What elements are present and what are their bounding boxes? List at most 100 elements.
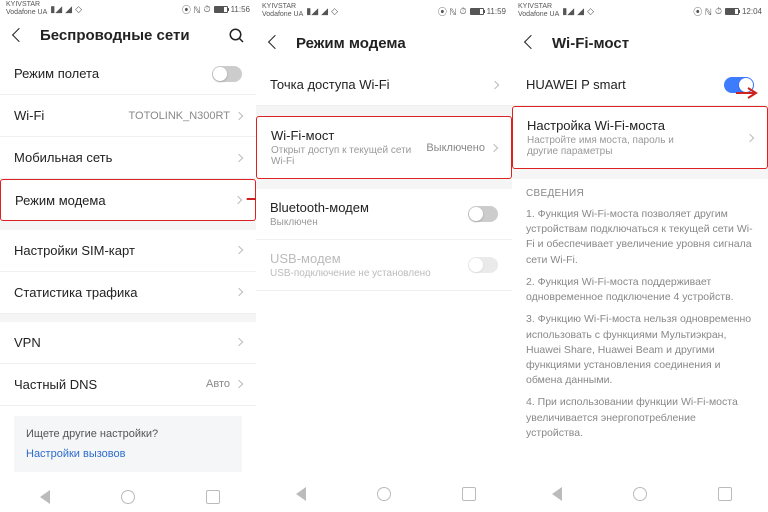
nav-bar — [0, 482, 256, 512]
info-question: Ищете другие настройки? — [26, 428, 230, 440]
details-text: 1. Функция Wi-Fi-моста позволяет другим … — [512, 203, 768, 452]
label: USB-модем — [270, 251, 431, 266]
battery-icon — [214, 6, 228, 13]
nav-recent-icon[interactable] — [718, 487, 732, 501]
row-bridge-config[interactable]: Настройка Wi-Fi-моста Настройте имя мост… — [512, 106, 768, 169]
chevron-right-icon — [234, 196, 242, 204]
signal-icon: ▮◢ — [50, 4, 62, 15]
battery-icon — [725, 8, 739, 15]
value: Авто — [206, 378, 230, 390]
label: Wi-Fi-мост — [271, 128, 426, 143]
wifi-icon: ◇ — [75, 4, 82, 15]
wifi-icon: ◇ — [587, 6, 594, 17]
label: Настройки SIM-карт — [14, 243, 135, 258]
sublabel: Настройте имя моста, пароль и другие пар… — [527, 135, 707, 157]
status-bar: KYIVSTARVodafone UA ▮◢ ◢ ◇ ⦿ ℕ ⏱ 11:56 — [0, 0, 256, 18]
nav-bar — [256, 476, 512, 512]
page-title: Режим модема — [296, 35, 502, 52]
row-airplane[interactable]: Режим полета — [0, 53, 256, 95]
back-icon[interactable] — [266, 35, 282, 51]
row-wifi-bridge[interactable]: Wi-Fi-мост Открыт доступ к текущей сети … — [256, 116, 512, 179]
nfc-icon: ⦿ ℕ — [438, 5, 457, 18]
back-icon[interactable] — [10, 28, 26, 44]
alarm-icon: ⏱ — [715, 6, 722, 17]
info-link[interactable]: Настройки вызовов — [26, 448, 230, 460]
chevron-right-icon — [235, 338, 243, 346]
label: Частный DNS — [14, 377, 97, 392]
nav-home-icon[interactable] — [121, 490, 135, 504]
chevron-right-icon — [235, 288, 243, 296]
nfc-icon: ⦿ ℕ — [693, 5, 712, 18]
sublabel: Открыт доступ к текущей сети Wi-Fi — [271, 145, 426, 167]
time: 11:56 — [231, 5, 250, 14]
annotation-arrow-icon — [736, 86, 762, 100]
sublabel: USB-подключение не установлено — [270, 268, 431, 279]
label: Режим полета — [14, 66, 99, 81]
nfc-icon: ⦿ ℕ — [182, 3, 201, 16]
label: Точка доступа Wi-Fi — [270, 77, 390, 92]
nav-back-icon[interactable] — [292, 487, 306, 501]
label: Статистика трафика — [14, 285, 137, 300]
page-title: Беспроводные сети — [40, 27, 214, 44]
row-tethering[interactable]: Режим модема — [0, 179, 256, 221]
row-bt-tether[interactable]: Bluetooth-модем Выключен — [256, 189, 512, 240]
row-traffic[interactable]: Статистика трафика — [0, 272, 256, 314]
toggle-bt[interactable] — [468, 206, 498, 222]
value: TOTOLINK_N300RT — [129, 110, 231, 122]
carrier-top: KYIVSTAR — [6, 1, 40, 8]
alarm-icon: ⏱ — [460, 6, 467, 17]
signal-icon: ▮◢ — [306, 6, 318, 17]
chevron-right-icon — [235, 112, 243, 120]
chevron-right-icon — [490, 143, 498, 151]
status-bar: KYIVSTARVodafone UA ▮◢ ◢ ◇ ⦿ ℕ ⏱ 11:59 — [256, 0, 512, 22]
signal-icon: ◢ — [65, 4, 72, 15]
signal-icon: ◢ — [321, 6, 328, 17]
signal-icon: ◢ — [577, 6, 584, 17]
carrier-bottom: Vodafone UA — [6, 9, 47, 16]
alarm-icon: ⏱ — [204, 4, 211, 15]
phone-screen-1: KYIVSTARVodafone UA ▮◢ ◢ ◇ ⦿ ℕ ⏱ 11:56 Б… — [0, 0, 256, 512]
row-hotspot[interactable]: Точка доступа Wi-Fi — [256, 64, 512, 106]
wifi-icon: ◇ — [331, 6, 338, 17]
row-vpn[interactable]: VPN — [0, 322, 256, 364]
nav-home-icon[interactable] — [633, 487, 647, 501]
header: Режим модема — [256, 22, 512, 64]
nav-recent-icon[interactable] — [206, 490, 220, 504]
label: Режим модема — [15, 193, 106, 208]
chevron-right-icon — [235, 154, 243, 162]
header: Wi-Fi-мост — [512, 22, 768, 64]
page-title: Wi-Fi-мост — [552, 35, 758, 52]
nav-home-icon[interactable] — [377, 487, 391, 501]
label: HUAWEI P smart — [526, 77, 626, 92]
info-box: Ищете другие настройки? Настройки вызово… — [14, 416, 242, 472]
chevron-right-icon — [491, 80, 499, 88]
back-icon[interactable] — [522, 35, 538, 51]
search-icon[interactable] — [228, 27, 246, 45]
label: Bluetooth-модем — [270, 200, 369, 215]
nav-recent-icon[interactable] — [462, 487, 476, 501]
row-mobile[interactable]: Мобильная сеть — [0, 137, 256, 179]
phone-screen-2: KYIVSTARVodafone UA ▮◢ ◢ ◇ ⦿ ℕ ⏱ 11:59 Р… — [256, 0, 512, 512]
row-device[interactable]: HUAWEI P smart — [512, 64, 768, 106]
chevron-right-icon — [746, 133, 754, 141]
row-wifi[interactable]: Wi-Fi TOTOLINK_N300RT — [0, 95, 256, 137]
header: Беспроводные сети — [0, 18, 256, 53]
chevron-right-icon — [235, 246, 243, 254]
label: Мобильная сеть — [14, 150, 112, 165]
nav-back-icon[interactable] — [548, 487, 562, 501]
row-sim[interactable]: Настройки SIM-карт — [0, 230, 256, 272]
label: Wi-Fi — [14, 108, 44, 123]
time: 12:04 — [742, 7, 762, 16]
battery-icon — [470, 8, 484, 15]
label: Настройка Wi-Fi-моста — [527, 118, 707, 133]
nav-bar — [512, 476, 768, 512]
row-dns[interactable]: Частный DNS Авто — [0, 364, 256, 406]
nav-back-icon[interactable] — [36, 490, 50, 504]
phone-screen-3: KYIVSTARVodafone UA ▮◢ ◢ ◇ ⦿ ℕ ⏱ 12:04 W… — [512, 0, 768, 512]
label: VPN — [14, 335, 41, 350]
toggle-airplane[interactable] — [212, 66, 242, 82]
status-bar: KYIVSTARVodafone UA ▮◢ ◢ ◇ ⦿ ℕ ⏱ 12:04 — [512, 0, 768, 22]
time: 11:59 — [487, 7, 506, 16]
value: Выключено — [426, 142, 485, 154]
toggle-usb — [468, 257, 498, 273]
